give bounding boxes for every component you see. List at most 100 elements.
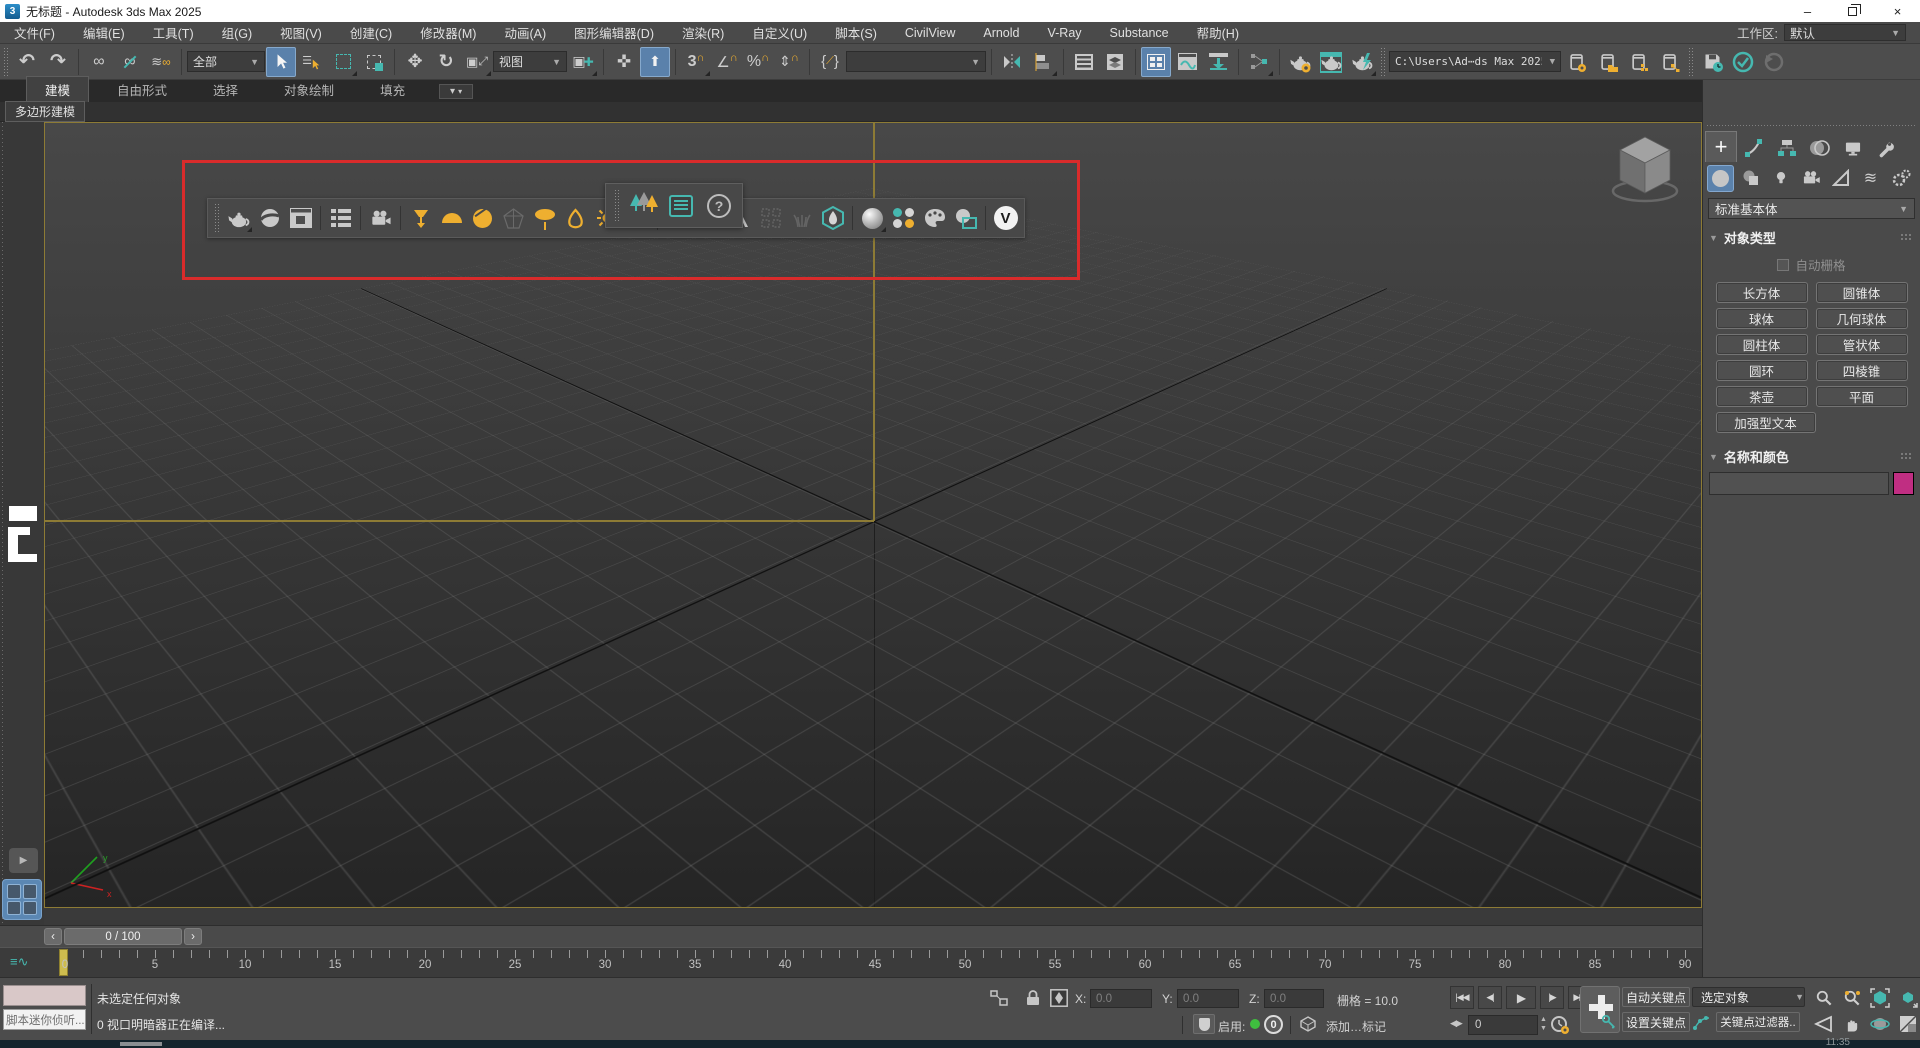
workspace-dropdown[interactable]: 默认 ▼ [1784,24,1906,41]
restore-button[interactable] [1830,0,1875,22]
vray-disc-light-icon[interactable] [530,203,559,233]
rectangular-selection-region-button[interactable] [328,47,358,77]
vray-asset-list-icon[interactable] [326,203,355,233]
notification-counter[interactable]: 0 [1264,1015,1283,1034]
zoom-icon[interactable] [1812,986,1836,1010]
next-frame-arrow[interactable]: › [184,928,202,945]
expand-strip-button[interactable]: ▶ [9,848,38,873]
menu-group[interactable]: 组(G) [208,22,267,43]
zoom-all-icon[interactable] [1840,986,1864,1010]
menu-civilview[interactable]: CivilView [891,22,969,43]
adaptive-degradation-toggle[interactable] [1193,1014,1215,1034]
zoom-extents-icon[interactable] [1868,986,1892,1010]
current-frame-field[interactable]: 0 [1468,1015,1538,1035]
cone-button[interactable]: 圆锥体 [1816,282,1908,303]
close-button[interactable]: × [1875,0,1920,22]
named-selection-sets-dropdown[interactable]: ▼ [846,51,986,72]
menu-edit[interactable]: 编辑(E) [69,22,139,43]
curve-editor-button[interactable] [1172,47,1202,77]
absolute-mode-toggle[interactable] [1050,989,1068,1007]
tab-utilities[interactable] [1870,134,1902,162]
menu-vray[interactable]: V-Ray [1034,22,1096,43]
use-pivot-center-button[interactable]: ▣✚ [568,47,598,77]
menu-graph-editors[interactable]: 图形编辑器(D) [560,22,668,43]
toolbar-grip[interactable] [3,48,9,76]
time-slider-handle[interactable]: 0 / 100 [64,928,182,945]
tab-populate[interactable]: 填充 [362,77,423,102]
play-button[interactable]: ▶ [1506,986,1536,1009]
select-and-scale-button[interactable]: ▣⤢ [462,47,492,77]
polygon-modeling-panel[interactable]: 多边形建模 [5,101,85,122]
previous-frame-arrow[interactable]: ‹ [44,928,62,945]
previous-frame-button[interactable]: ◀| [1478,986,1502,1009]
help-icon[interactable]: ? [702,188,736,224]
torus-button[interactable]: 圆环 [1716,360,1808,381]
z-coordinate-field[interactable]: 0.0 [1264,989,1324,1008]
rendered-frame-window-button[interactable] [1316,47,1346,77]
vray-override-material-icon[interactable] [951,203,980,233]
select-by-name-button[interactable]: ☰ [297,47,327,77]
percent-snap-toggle[interactable]: %∩ [743,47,773,77]
view-cube[interactable] [1603,129,1687,213]
ribbon-minimize-button[interactable]: ▾▾ [439,84,473,99]
frame-spinner[interactable]: ▲▼ [1540,1015,1547,1033]
object-type-rollout-header[interactable]: ▼ 对象类型 [1703,228,1920,247]
category-cameras[interactable] [1797,165,1824,192]
menu-help[interactable]: 帮助(H) [1183,22,1253,43]
perspective-viewport[interactable]: V ? [44,122,1702,908]
project-path-dropdown[interactable]: C:\Users\Ad⋯ds Max 2025 ▼ [1389,51,1561,72]
category-geometry[interactable] [1707,165,1734,192]
notes-document-icon[interactable] [664,188,698,224]
toolbar-grip[interactable] [614,190,620,222]
vray-color-dots-icon[interactable] [889,203,918,233]
select-and-manipulate-button[interactable]: ✜ [609,47,639,77]
auto-key-button[interactable]: 自动关键点 [1622,987,1690,1007]
select-and-link-icon[interactable]: ∞ [84,47,114,77]
parameter-wiring-button[interactable] [1244,47,1274,77]
tab-object-paint[interactable]: 对象绘制 [266,77,352,102]
render-setup-button[interactable] [1285,47,1315,77]
select-and-rotate-button[interactable]: ↻ [431,47,461,77]
schematic-view-button[interactable] [1203,47,1233,77]
tab-display[interactable] [1837,134,1869,162]
menu-arnold[interactable]: Arnold [969,22,1033,43]
vray-material-sphere-icon[interactable] [858,203,887,233]
tab-hierarchy[interactable] [1771,134,1803,162]
track-bar[interactable]: ≡∿ 0 5 10 15 20 25 30 35 40 45 50 55 60 … [0,947,1702,977]
menu-scripting[interactable]: 脚本(S) [821,22,891,43]
cylinder-button[interactable]: 圆柱体 [1716,334,1808,355]
menu-customize[interactable]: 自定义(U) [738,22,821,43]
toolbar-grip[interactable] [1380,48,1386,76]
scatter-trees-icon[interactable] [626,188,660,224]
tab-modeling[interactable]: 建模 [26,76,89,102]
minimize-button[interactable]: – [1785,0,1830,22]
toolbar-grip[interactable] [1688,48,1694,76]
field-of-view-icon[interactable] [1812,1012,1836,1036]
menu-file[interactable]: 文件(F) [0,22,69,43]
autosave-icon[interactable] [1697,47,1727,77]
pan-hand-icon[interactable] [1840,1012,1864,1036]
tube-button[interactable]: 管状体 [1816,334,1908,355]
time-configuration-button[interactable] [1550,1015,1570,1035]
reference-coordinate-dropdown[interactable]: 视图 ▼ [493,51,567,72]
zoom-extents-selected-icon[interactable] [1896,986,1920,1010]
key-filters-button[interactable]: 关键点过滤器.. [1716,1012,1800,1032]
tab-selection[interactable]: 选择 [195,77,256,102]
category-space-warps[interactable]: ≋ [1857,165,1884,192]
project-settings-icon[interactable] [1562,47,1592,77]
textplus-button[interactable]: 加强型文本 [1716,412,1816,433]
vray-volumetric-fire-icon[interactable] [818,203,847,233]
menu-modifiers[interactable]: 修改器(M) [406,22,490,43]
cube-marker-icon[interactable] [1300,1016,1316,1032]
selection-set-dropdown[interactable]: 选定对象 ▼ [1692,987,1805,1007]
add-marker-label[interactable]: 添加…标记 [1326,1018,1386,1035]
tab-motion[interactable] [1804,134,1836,162]
menu-views[interactable]: 视图(V) [266,22,336,43]
go-to-start-button[interactable]: |◀◀ [1450,986,1474,1009]
mirror-button[interactable] [997,47,1027,77]
maximize-viewport-toggle[interactable] [1896,1012,1920,1036]
vray-mesh-light-icon[interactable] [561,203,590,233]
window-crossing-toggle[interactable] [359,47,389,77]
toggle-ribbon-button[interactable] [1141,47,1171,77]
toggle-layer-explorer-button[interactable] [1100,47,1130,77]
